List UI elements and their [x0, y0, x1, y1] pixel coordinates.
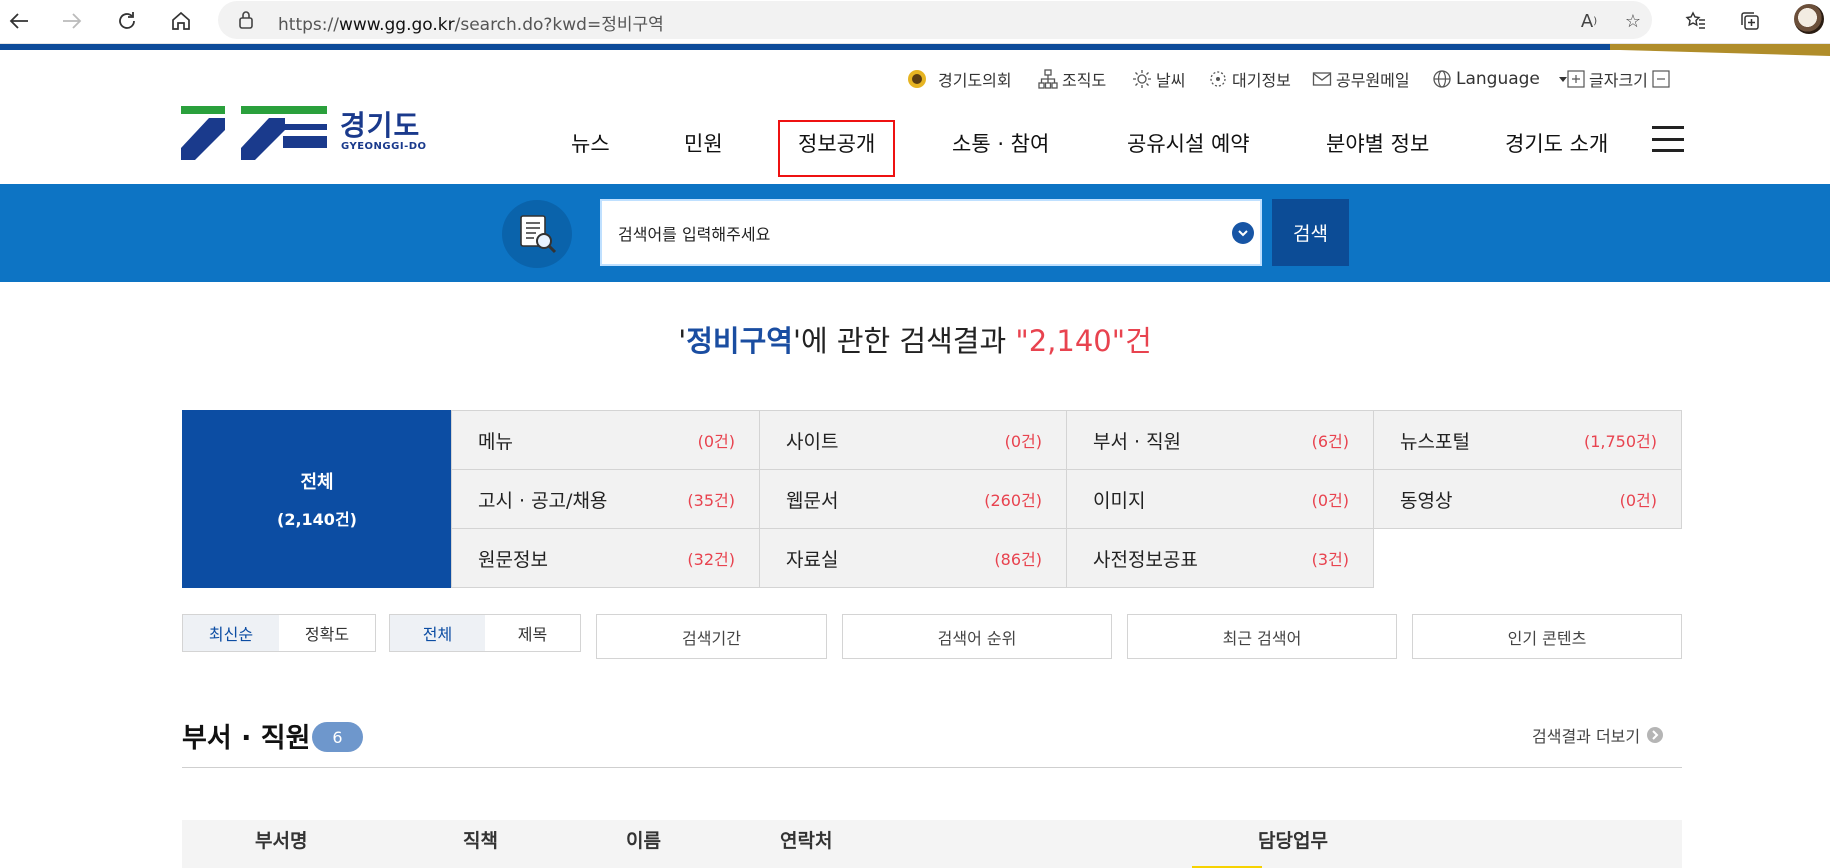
util-council-link[interactable]: 경기도의회: [906, 68, 1012, 90]
forward-button[interactable]: [55, 4, 89, 38]
url-text: https://www.gg.go.kr/search.do?kwd=정비구역: [278, 15, 664, 35]
th-name: 이름: [626, 830, 661, 852]
category-prior-disclosure[interactable]: 사전정보공표 (3건): [1066, 528, 1374, 588]
mail-icon: [1312, 72, 1332, 86]
gnb-news[interactable]: 뉴스: [571, 128, 610, 158]
filter-recent-keywords[interactable]: 최근 검색어: [1127, 614, 1397, 659]
category-archive[interactable]: 자료실 (86건): [759, 528, 1067, 588]
category-all[interactable]: 전체 (2,140건): [182, 410, 452, 588]
menu-icon[interactable]: [1652, 126, 1684, 152]
category-original-info[interactable]: 원문정보 (32건): [451, 528, 760, 588]
gnb-highlight-box: [778, 120, 895, 177]
gnb-about[interactable]: 경기도 소개: [1505, 128, 1608, 158]
category-site[interactable]: 사이트 (0건): [759, 410, 1067, 470]
category-notice-recruit[interactable]: 고시 · 공고/채용 (35건): [451, 469, 760, 529]
collections-icon[interactable]: [1734, 5, 1766, 37]
result-headline: '정비구역'에 관한 검색결과 "2,140"건: [678, 324, 1152, 358]
category-web-docs[interactable]: 웹문서 (260건): [759, 469, 1067, 529]
util-air-quality-link[interactable]: 대기정보: [1208, 68, 1291, 90]
gnb-field-info[interactable]: 분야별 정보: [1326, 128, 1429, 158]
arrow-right-icon: [63, 13, 82, 29]
browser-toolbar: https://www.gg.go.kr/search.do?kwd=정비구역 …: [0, 0, 1830, 44]
profile-avatar[interactable]: [1794, 4, 1824, 34]
chevron-down-icon[interactable]: [1232, 222, 1254, 244]
sort-accuracy-button[interactable]: 정확도: [279, 615, 375, 651]
weather-icon: [1133, 70, 1151, 88]
home-button[interactable]: [164, 4, 198, 38]
table-header: [182, 820, 1682, 868]
category-images[interactable]: 이미지 (0건): [1066, 469, 1374, 529]
refresh-button[interactable]: [110, 4, 144, 38]
gnb-civil-service[interactable]: 민원: [684, 128, 723, 158]
sort-toggle: 최신순 정확도: [182, 614, 376, 652]
section-divider: [182, 767, 1682, 768]
search-placeholder: 검색어를 입력해주세요: [618, 224, 771, 244]
result-keyword: 정비구역: [686, 324, 793, 358]
category-department-staff[interactable]: 부서 · 직원 (6건): [1066, 410, 1374, 470]
globe-icon: [1433, 70, 1451, 88]
category-videos[interactable]: 동영상 (0건): [1373, 469, 1682, 529]
add-favorite-icon[interactable]: ☆: [1618, 6, 1648, 36]
sort-latest-button[interactable]: 최신순: [183, 615, 279, 651]
util-font-size-control[interactable]: 글자크기: [1567, 68, 1670, 90]
util-email-link[interactable]: 공무원메일: [1312, 68, 1410, 90]
top-stripe-gold: [1610, 44, 1830, 56]
th-position: 직책: [463, 830, 498, 852]
scope-toggle: 전체 제목: [389, 614, 581, 652]
th-department: 부서명: [255, 830, 308, 852]
section-count-badge: 6: [312, 722, 363, 752]
air-quality-icon: [1210, 71, 1226, 87]
th-contact: 연락처: [780, 830, 833, 852]
filter-keyword-rank[interactable]: 검색어 순위: [842, 614, 1112, 659]
back-button[interactable]: [2, 4, 36, 38]
chevron-right-circle-icon: [1647, 727, 1664, 743]
favorites-icon[interactable]: [1680, 5, 1712, 37]
util-org-chart-link[interactable]: 조직도: [1038, 68, 1106, 90]
logo-mark-third-icon: [283, 106, 327, 148]
read-aloud-icon[interactable]: A): [1574, 6, 1604, 36]
search-button[interactable]: 검색: [1272, 199, 1349, 266]
top-stripe-blue: [0, 44, 1620, 50]
util-weather-link[interactable]: 날씨: [1132, 68, 1185, 90]
logo-subtitle: GYEONGGI-DO: [341, 141, 427, 152]
section-title: 부서 · 직원: [182, 723, 311, 754]
org-chart-icon: [1038, 69, 1058, 89]
font-increase-icon[interactable]: [1567, 70, 1585, 88]
category-news-portal[interactable]: 뉴스포털 (1,750건): [1373, 410, 1682, 470]
gnb-communication[interactable]: 소통 · 참여: [952, 128, 1049, 158]
search-input[interactable]: 검색어를 입력해주세요: [600, 199, 1262, 266]
logo-name: 경기도: [340, 109, 421, 142]
filter-popular-content[interactable]: 인기 콘텐츠: [1412, 614, 1682, 659]
gnb-facility-reservation[interactable]: 공유시설 예약: [1127, 128, 1250, 158]
lock-icon: [239, 11, 253, 29]
scope-title-button[interactable]: 제목: [485, 615, 580, 651]
arrow-left-icon: [9, 13, 28, 29]
filter-search-period[interactable]: 검색기간: [596, 614, 827, 659]
font-decrease-icon[interactable]: [1652, 70, 1670, 88]
home-icon: [172, 11, 190, 30]
th-duties: 담당업무: [1258, 830, 1328, 852]
category-menu[interactable]: 메뉴 (0건): [451, 410, 760, 470]
document-search-icon: [502, 200, 572, 268]
more-results-link[interactable]: 검색결과 더보기: [1532, 723, 1664, 747]
util-language-link[interactable]: Language: [1432, 68, 1568, 90]
refresh-icon: [119, 12, 135, 29]
scope-all-button[interactable]: 전체: [390, 615, 485, 651]
address-bar[interactable]: https://www.gg.go.kr/search.do?kwd=정비구역 …: [218, 1, 1652, 39]
council-icon: [908, 70, 926, 88]
result-count: "2,140": [1015, 324, 1126, 358]
